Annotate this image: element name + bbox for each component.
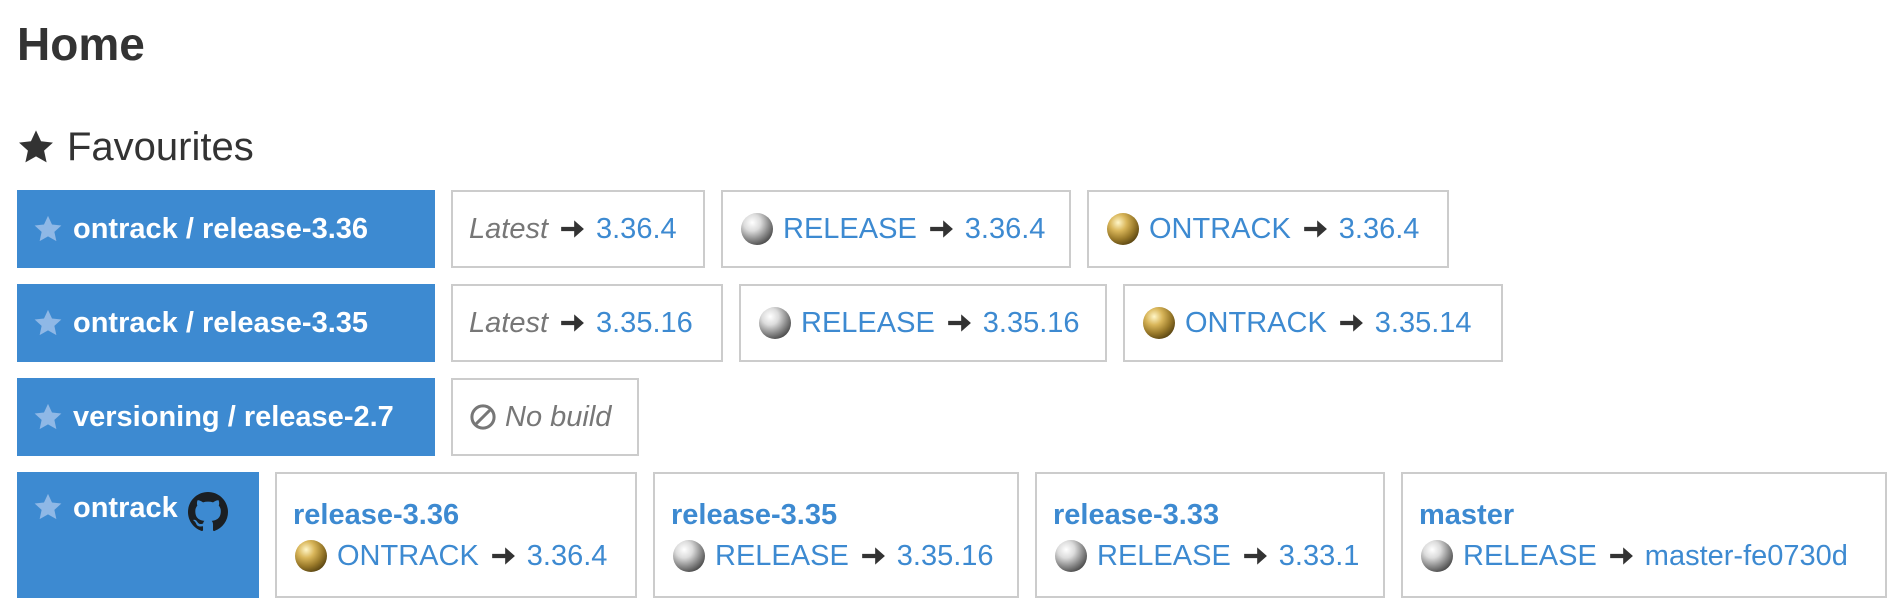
- branch-name: release-3.35: [201, 306, 369, 339]
- branch-promotion[interactable]: RELEASE 3.33.1: [1053, 536, 1367, 576]
- branch-name[interactable]: release-3.35: [671, 494, 1001, 536]
- favourite-row: ontrack / release-3.35 Latest 3.35.16 RE…: [17, 284, 1503, 362]
- favourite-row: ontrack / release-3.36 Latest 3.36.4 REL…: [17, 190, 1449, 268]
- latest-label: Latest: [469, 212, 548, 245]
- branch-promotion[interactable]: RELEASE master-fe0730d: [1419, 536, 1869, 576]
- arrow-right-icon: [1303, 220, 1327, 238]
- favourite-branch-link[interactable]: ontrack / release-3.36: [17, 190, 435, 268]
- promotion-label: RELEASE: [801, 306, 935, 339]
- arrow-right-icon: [1339, 314, 1363, 332]
- page-title: Home: [17, 18, 145, 70]
- promotion-label: RELEASE: [715, 540, 849, 572]
- branch-card[interactable]: release-3.33 RELEASE 3.33.1: [1035, 472, 1385, 598]
- build-version: 3.35.16: [896, 540, 994, 572]
- project-name: ontrack: [73, 306, 178, 339]
- arrow-right-icon: [561, 314, 584, 332]
- project-name: versioning: [73, 400, 220, 433]
- gold-medal-icon: [1107, 213, 1139, 245]
- favourite-row: versioning / release-2.7 No build: [17, 378, 639, 456]
- arrow-right-icon: [861, 547, 885, 565]
- promotion-label: RELEASE: [1463, 540, 1597, 572]
- latest-build-link[interactable]: Latest 3.35.16: [451, 284, 723, 362]
- promotion-label: ONTRACK: [1149, 212, 1291, 245]
- promotion-label: RELEASE: [1097, 540, 1231, 572]
- favourite-project-row: ontrack release-3.36 ONTRACK 3.36.4 rele…: [17, 472, 1887, 598]
- silver-medal-icon: [759, 307, 791, 339]
- promotion-link[interactable]: RELEASE 3.35.16: [739, 284, 1107, 362]
- build-version: 3.35.16: [982, 306, 1080, 339]
- branch-name[interactable]: master: [1419, 494, 1869, 536]
- arrow-right-icon: [929, 220, 953, 238]
- branch-name[interactable]: release-3.36: [293, 494, 619, 536]
- arrow-right-icon: [947, 314, 971, 332]
- ban-icon: [470, 404, 496, 430]
- promotion-link[interactable]: ONTRACK 3.36.4: [1087, 190, 1449, 268]
- promotion-label: RELEASE: [783, 212, 917, 245]
- branch-card[interactable]: release-3.36 ONTRACK 3.36.4: [275, 472, 637, 598]
- branch-name: release-3.36: [201, 212, 369, 245]
- branch-promotion[interactable]: RELEASE 3.35.16: [671, 536, 1001, 576]
- star-icon: [19, 130, 53, 163]
- arrow-right-icon: [491, 547, 515, 565]
- build-version: 3.36.4: [526, 540, 608, 572]
- star-icon[interactable]: [33, 402, 63, 432]
- project-name: ontrack: [73, 492, 178, 524]
- gold-medal-icon: [295, 540, 327, 572]
- favourite-project-link[interactable]: ontrack: [17, 472, 259, 598]
- promotion-label: ONTRACK: [337, 540, 479, 572]
- favourite-branch-link[interactable]: ontrack / release-3.35: [17, 284, 435, 362]
- github-icon[interactable]: [187, 492, 228, 532]
- branch-card[interactable]: master RELEASE master-fe0730d: [1401, 472, 1887, 598]
- branch-promotion[interactable]: ONTRACK 3.36.4: [293, 536, 619, 576]
- no-build-indicator: No build: [451, 378, 639, 456]
- silver-medal-icon: [1421, 540, 1453, 572]
- silver-medal-icon: [1055, 540, 1087, 572]
- favourites-heading: Favourites: [17, 118, 254, 176]
- build-version: master-fe0730d: [1644, 540, 1848, 572]
- build-version: 3.36.4: [596, 212, 677, 245]
- star-icon[interactable]: [33, 214, 63, 244]
- latest-build-link[interactable]: Latest 3.36.4: [451, 190, 705, 268]
- branch-name[interactable]: release-3.33: [1053, 494, 1367, 536]
- no-build-label: No build: [505, 400, 612, 433]
- branch-card[interactable]: release-3.35 RELEASE 3.35.16: [653, 472, 1019, 598]
- favourite-branch-link[interactable]: versioning / release-2.7: [17, 378, 435, 456]
- build-version: 3.36.4: [1338, 212, 1420, 245]
- arrow-right-icon: [1243, 547, 1267, 565]
- star-icon[interactable]: [33, 308, 63, 338]
- build-version: 3.36.4: [964, 212, 1046, 245]
- star-icon[interactable]: [33, 492, 63, 522]
- promotion-link[interactable]: RELEASE 3.36.4: [721, 190, 1071, 268]
- favourites-title: Favourites: [67, 124, 254, 169]
- project-name: ontrack: [73, 212, 178, 245]
- promotion-link[interactable]: ONTRACK 3.35.14: [1123, 284, 1503, 362]
- build-version: 3.33.1: [1278, 540, 1360, 572]
- silver-medal-icon: [673, 540, 705, 572]
- silver-medal-icon: [741, 213, 773, 245]
- arrow-right-icon: [561, 220, 584, 238]
- latest-label: Latest: [469, 306, 548, 339]
- promotion-label: ONTRACK: [1185, 306, 1327, 339]
- branch-name: release-2.7: [243, 400, 394, 433]
- build-version: 3.35.16: [596, 306, 693, 339]
- gold-medal-icon: [1143, 307, 1175, 339]
- build-version: 3.35.14: [1374, 306, 1472, 339]
- arrow-right-icon: [1609, 547, 1633, 565]
